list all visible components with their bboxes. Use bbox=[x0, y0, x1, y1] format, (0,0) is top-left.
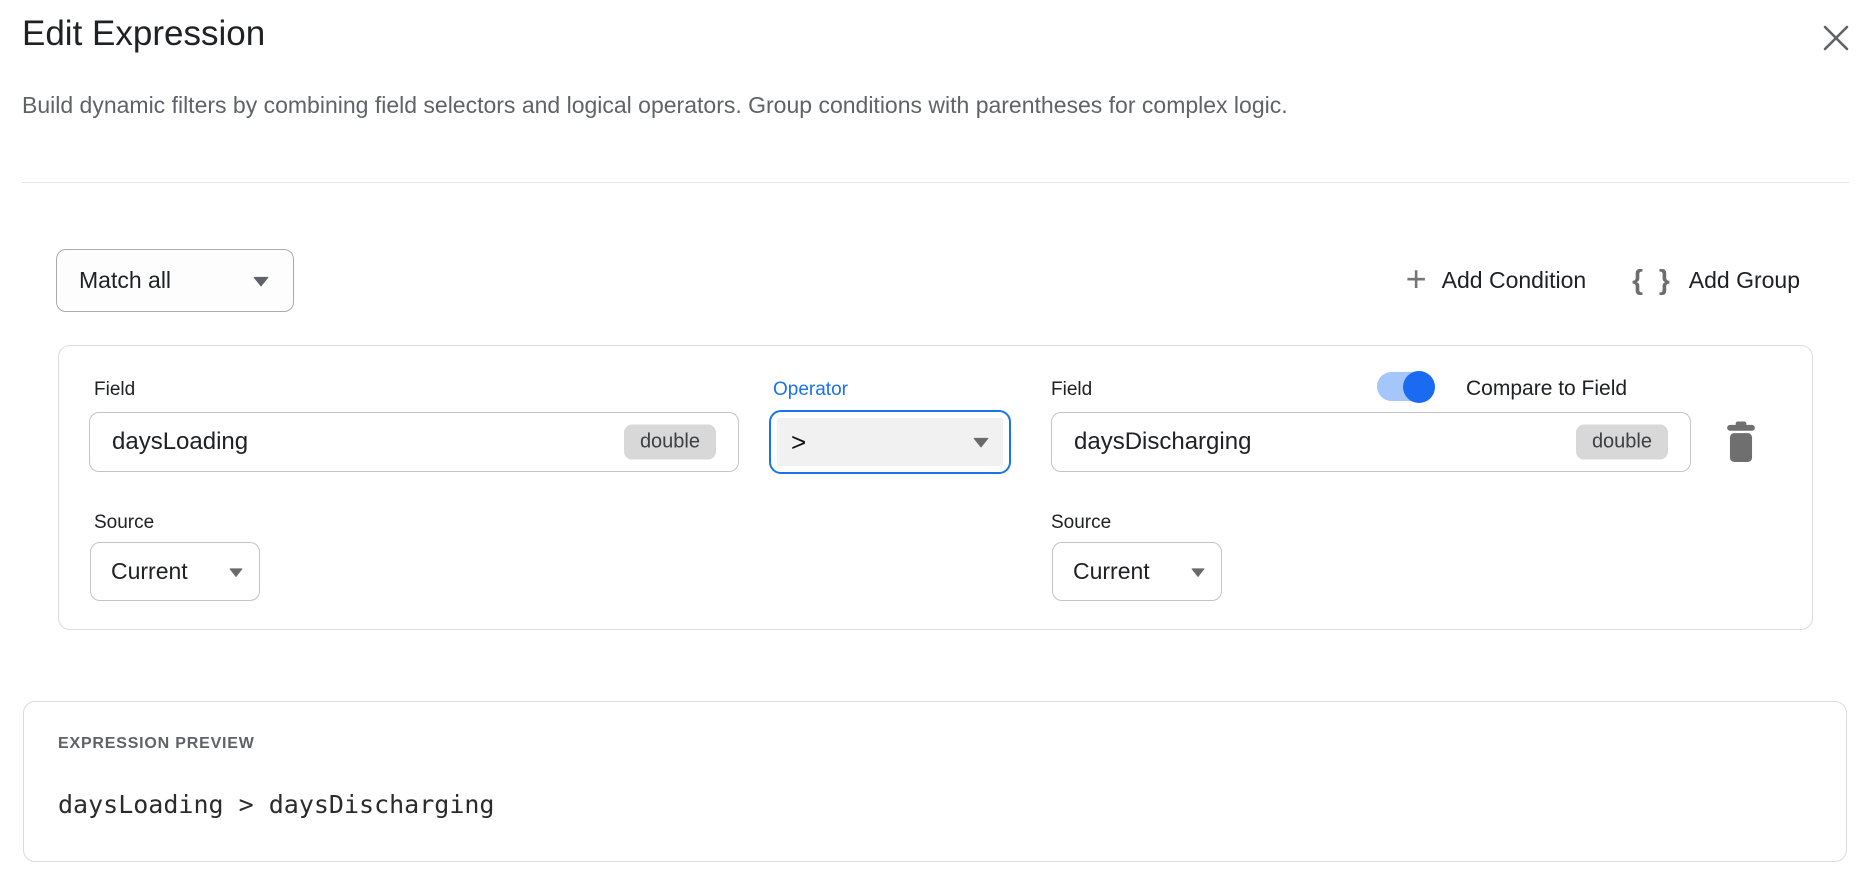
add-group-button[interactable]: { } Add Group bbox=[1632, 267, 1800, 294]
expression-preview-code: daysLoading > daysDischarging bbox=[58, 790, 495, 819]
chevron-down-icon bbox=[973, 438, 989, 448]
page-title: Edit Expression bbox=[22, 14, 265, 54]
plus-icon: + bbox=[1406, 261, 1427, 297]
add-group-label: Add Group bbox=[1689, 267, 1800, 294]
right-field-input[interactable]: daysDischarging double bbox=[1051, 412, 1691, 472]
left-field-label: Field bbox=[94, 379, 135, 401]
left-field-type-badge: double bbox=[624, 425, 716, 460]
toolbar-actions: + Add Condition { } Add Group bbox=[1406, 249, 1800, 312]
operator-value: > bbox=[777, 427, 806, 458]
operator-select[interactable]: > bbox=[769, 410, 1011, 474]
close-icon bbox=[1821, 23, 1851, 53]
match-mode-value: Match all bbox=[57, 267, 171, 294]
right-source-value: Current bbox=[1053, 558, 1150, 585]
left-source-value: Current bbox=[91, 558, 188, 585]
delete-condition-button[interactable] bbox=[1719, 418, 1763, 466]
right-source-select[interactable]: Current bbox=[1052, 542, 1222, 601]
right-source-label: Source bbox=[1051, 512, 1111, 534]
right-field-type-badge: double bbox=[1576, 425, 1668, 460]
close-button[interactable] bbox=[1816, 18, 1856, 58]
dialog-description: Build dynamic filters by combining field… bbox=[22, 92, 1288, 119]
operator-select-inner: > bbox=[777, 418, 1003, 466]
compare-to-field-toggle[interactable] bbox=[1377, 372, 1431, 401]
right-field-label: Field bbox=[1051, 379, 1092, 401]
add-condition-button[interactable]: + Add Condition bbox=[1406, 264, 1587, 297]
trash-icon bbox=[1724, 421, 1758, 463]
left-field-value: daysLoading bbox=[90, 428, 248, 456]
edit-expression-dialog: Edit Expression Build dynamic filters by… bbox=[0, 0, 1874, 894]
expression-preview-heading: EXPRESSION PREVIEW bbox=[58, 735, 255, 753]
condition-row-card: Field Operator Field Compare to Field da… bbox=[58, 345, 1813, 630]
braces-icon: { } bbox=[1632, 266, 1674, 294]
chevron-down-icon bbox=[229, 568, 243, 577]
compare-to-field-label: Compare to Field bbox=[1466, 377, 1627, 401]
chevron-down-icon bbox=[253, 276, 269, 286]
chevron-down-icon bbox=[1191, 568, 1205, 577]
divider bbox=[22, 182, 1849, 183]
toggle-knob-icon bbox=[1403, 371, 1435, 403]
left-source-label: Source bbox=[94, 512, 154, 534]
operator-label: Operator bbox=[773, 379, 848, 401]
match-mode-select[interactable]: Match all bbox=[56, 249, 294, 312]
left-source-select[interactable]: Current bbox=[90, 542, 260, 601]
add-condition-label: Add Condition bbox=[1442, 267, 1587, 294]
right-field-value: daysDischarging bbox=[1052, 428, 1251, 456]
left-field-input[interactable]: daysLoading double bbox=[89, 412, 739, 472]
expression-preview-card: EXPRESSION PREVIEW daysLoading > daysDis… bbox=[23, 701, 1847, 862]
